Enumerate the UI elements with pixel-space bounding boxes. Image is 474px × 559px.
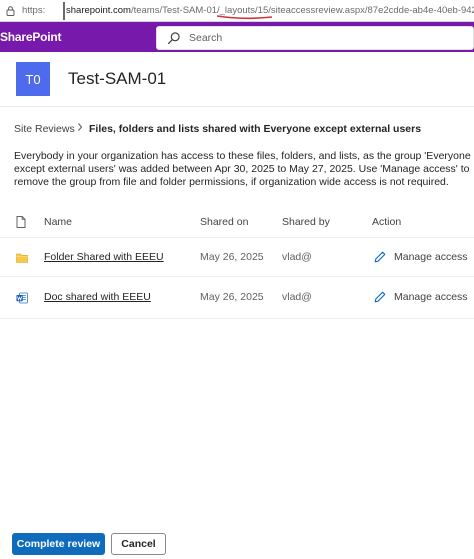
- shared-on-date: May 26, 2025: [200, 291, 264, 303]
- search-icon: [167, 32, 180, 45]
- row-divider: [0, 276, 474, 277]
- site-logo[interactable]: T0: [16, 62, 50, 96]
- shared-by-user: vlad@: [282, 291, 312, 303]
- manage-access-label: Manage access: [394, 291, 468, 303]
- cancel-button[interactable]: Cancel: [111, 533, 166, 555]
- review-description: Everybody in your organization has acces…: [14, 150, 471, 188]
- column-header-action: Action: [372, 216, 402, 228]
- column-header-shared-on[interactable]: Shared on: [200, 216, 248, 228]
- file-type-icon: [16, 216, 26, 228]
- app-name[interactable]: SharePoint: [0, 30, 62, 44]
- column-header-shared-by[interactable]: Shared by: [282, 216, 330, 228]
- shared-by-user: vlad@: [282, 251, 312, 263]
- header-divider: [0, 106, 474, 107]
- manage-access-label: Manage access: [394, 251, 468, 263]
- item-name-link[interactable]: Folder Shared with EEEU: [44, 251, 164, 263]
- item-name-link[interactable]: Doc shared with EEEU: [44, 291, 151, 303]
- address-bar[interactable]: https: sharepoint.com/teams/Test-SAM-01/…: [0, 0, 474, 22]
- breadcrumb-current: Files, folders and lists shared with Eve…: [89, 123, 422, 135]
- annotation-marks: [63, 2, 273, 20]
- site-logo-initials: T0: [25, 71, 41, 87]
- row-divider: [0, 237, 474, 238]
- folder-icon: [16, 253, 28, 263]
- shared-on-date: May 26, 2025: [200, 251, 264, 263]
- word-doc-icon: [16, 292, 28, 304]
- column-header-name[interactable]: Name: [44, 216, 72, 228]
- search-placeholder: Search: [189, 32, 223, 44]
- edit-pencil-icon: [374, 251, 386, 263]
- site-title[interactable]: Test-SAM-01: [68, 69, 166, 89]
- row-divider: [0, 318, 474, 319]
- complete-review-button[interactable]: Complete review: [12, 533, 105, 555]
- search-box[interactable]: Search: [156, 26, 474, 50]
- chevron-right-icon: [78, 123, 83, 131]
- edit-pencil-icon: [374, 291, 386, 303]
- breadcrumb-site-reviews[interactable]: Site Reviews: [14, 123, 75, 135]
